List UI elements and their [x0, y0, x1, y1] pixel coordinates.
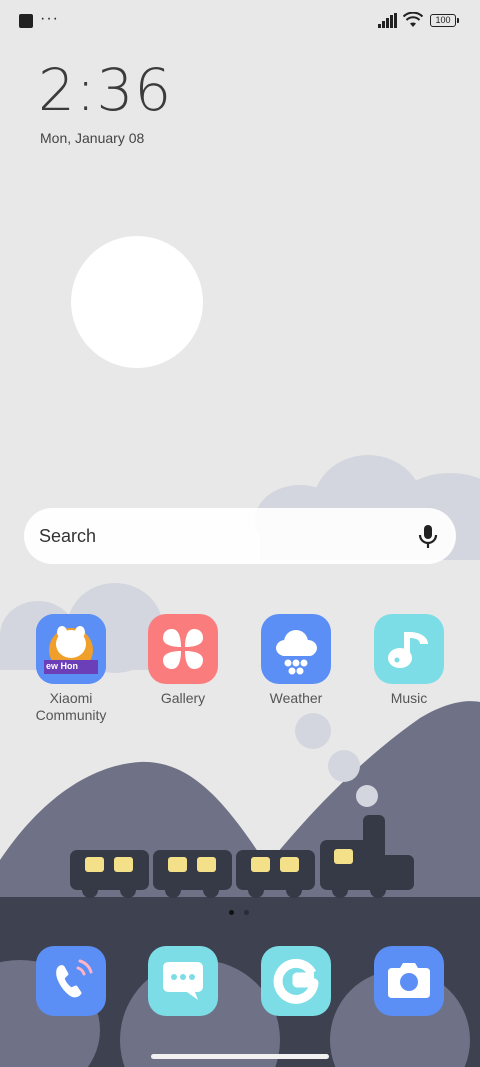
- xiaomi-community-icon[interactable]: ew Hon: [36, 614, 106, 684]
- app-label: Music: [390, 690, 428, 706]
- dock-camera[interactable]: [354, 946, 464, 1016]
- wifi-icon: [403, 12, 423, 27]
- app-label: Weather: [269, 690, 323, 706]
- status-bar: ··· 100: [0, 0, 480, 40]
- clock-date[interactable]: Mon, January 08: [40, 130, 144, 146]
- page-indicator: [227, 910, 253, 916]
- app-label: Xiaomi Community: [35, 690, 107, 723]
- weather-icon[interactable]: [261, 614, 331, 684]
- notification-icon: [19, 14, 33, 28]
- gallery-icon[interactable]: [148, 614, 218, 684]
- phone-icon[interactable]: [36, 946, 106, 1016]
- dock-browser[interactable]: [241, 946, 351, 1016]
- messages-icon[interactable]: [148, 946, 218, 1016]
- signal-icon: [378, 13, 397, 28]
- more-notifications-icon: ···: [40, 10, 59, 27]
- battery-icon: 100: [430, 14, 459, 27]
- clock-time[interactable]: 2:36: [38, 56, 172, 124]
- search-placeholder: Search: [39, 526, 97, 546]
- browser-icon[interactable]: [261, 946, 331, 1016]
- search-bar[interactable]: Search: [24, 508, 456, 564]
- app-weather[interactable]: Weather: [241, 614, 351, 707]
- camera-icon[interactable]: [374, 946, 444, 1016]
- sun-illustration: [71, 236, 203, 368]
- app-music[interactable]: Music: [354, 614, 464, 707]
- app-label: Gallery: [160, 690, 206, 706]
- page-dot-active: [229, 910, 234, 915]
- page-dot: [244, 910, 249, 915]
- app-xiaomi-community[interactable]: ew Hon Xiaomi Community: [16, 614, 126, 724]
- home-indicator[interactable]: [151, 1054, 329, 1059]
- dock-phone[interactable]: [16, 946, 126, 1016]
- dock-messages[interactable]: [128, 946, 238, 1016]
- microphone-icon[interactable]: [414, 522, 442, 550]
- tile-text: ew Hon: [46, 661, 79, 671]
- music-icon[interactable]: [374, 614, 444, 684]
- app-gallery[interactable]: Gallery: [128, 614, 238, 707]
